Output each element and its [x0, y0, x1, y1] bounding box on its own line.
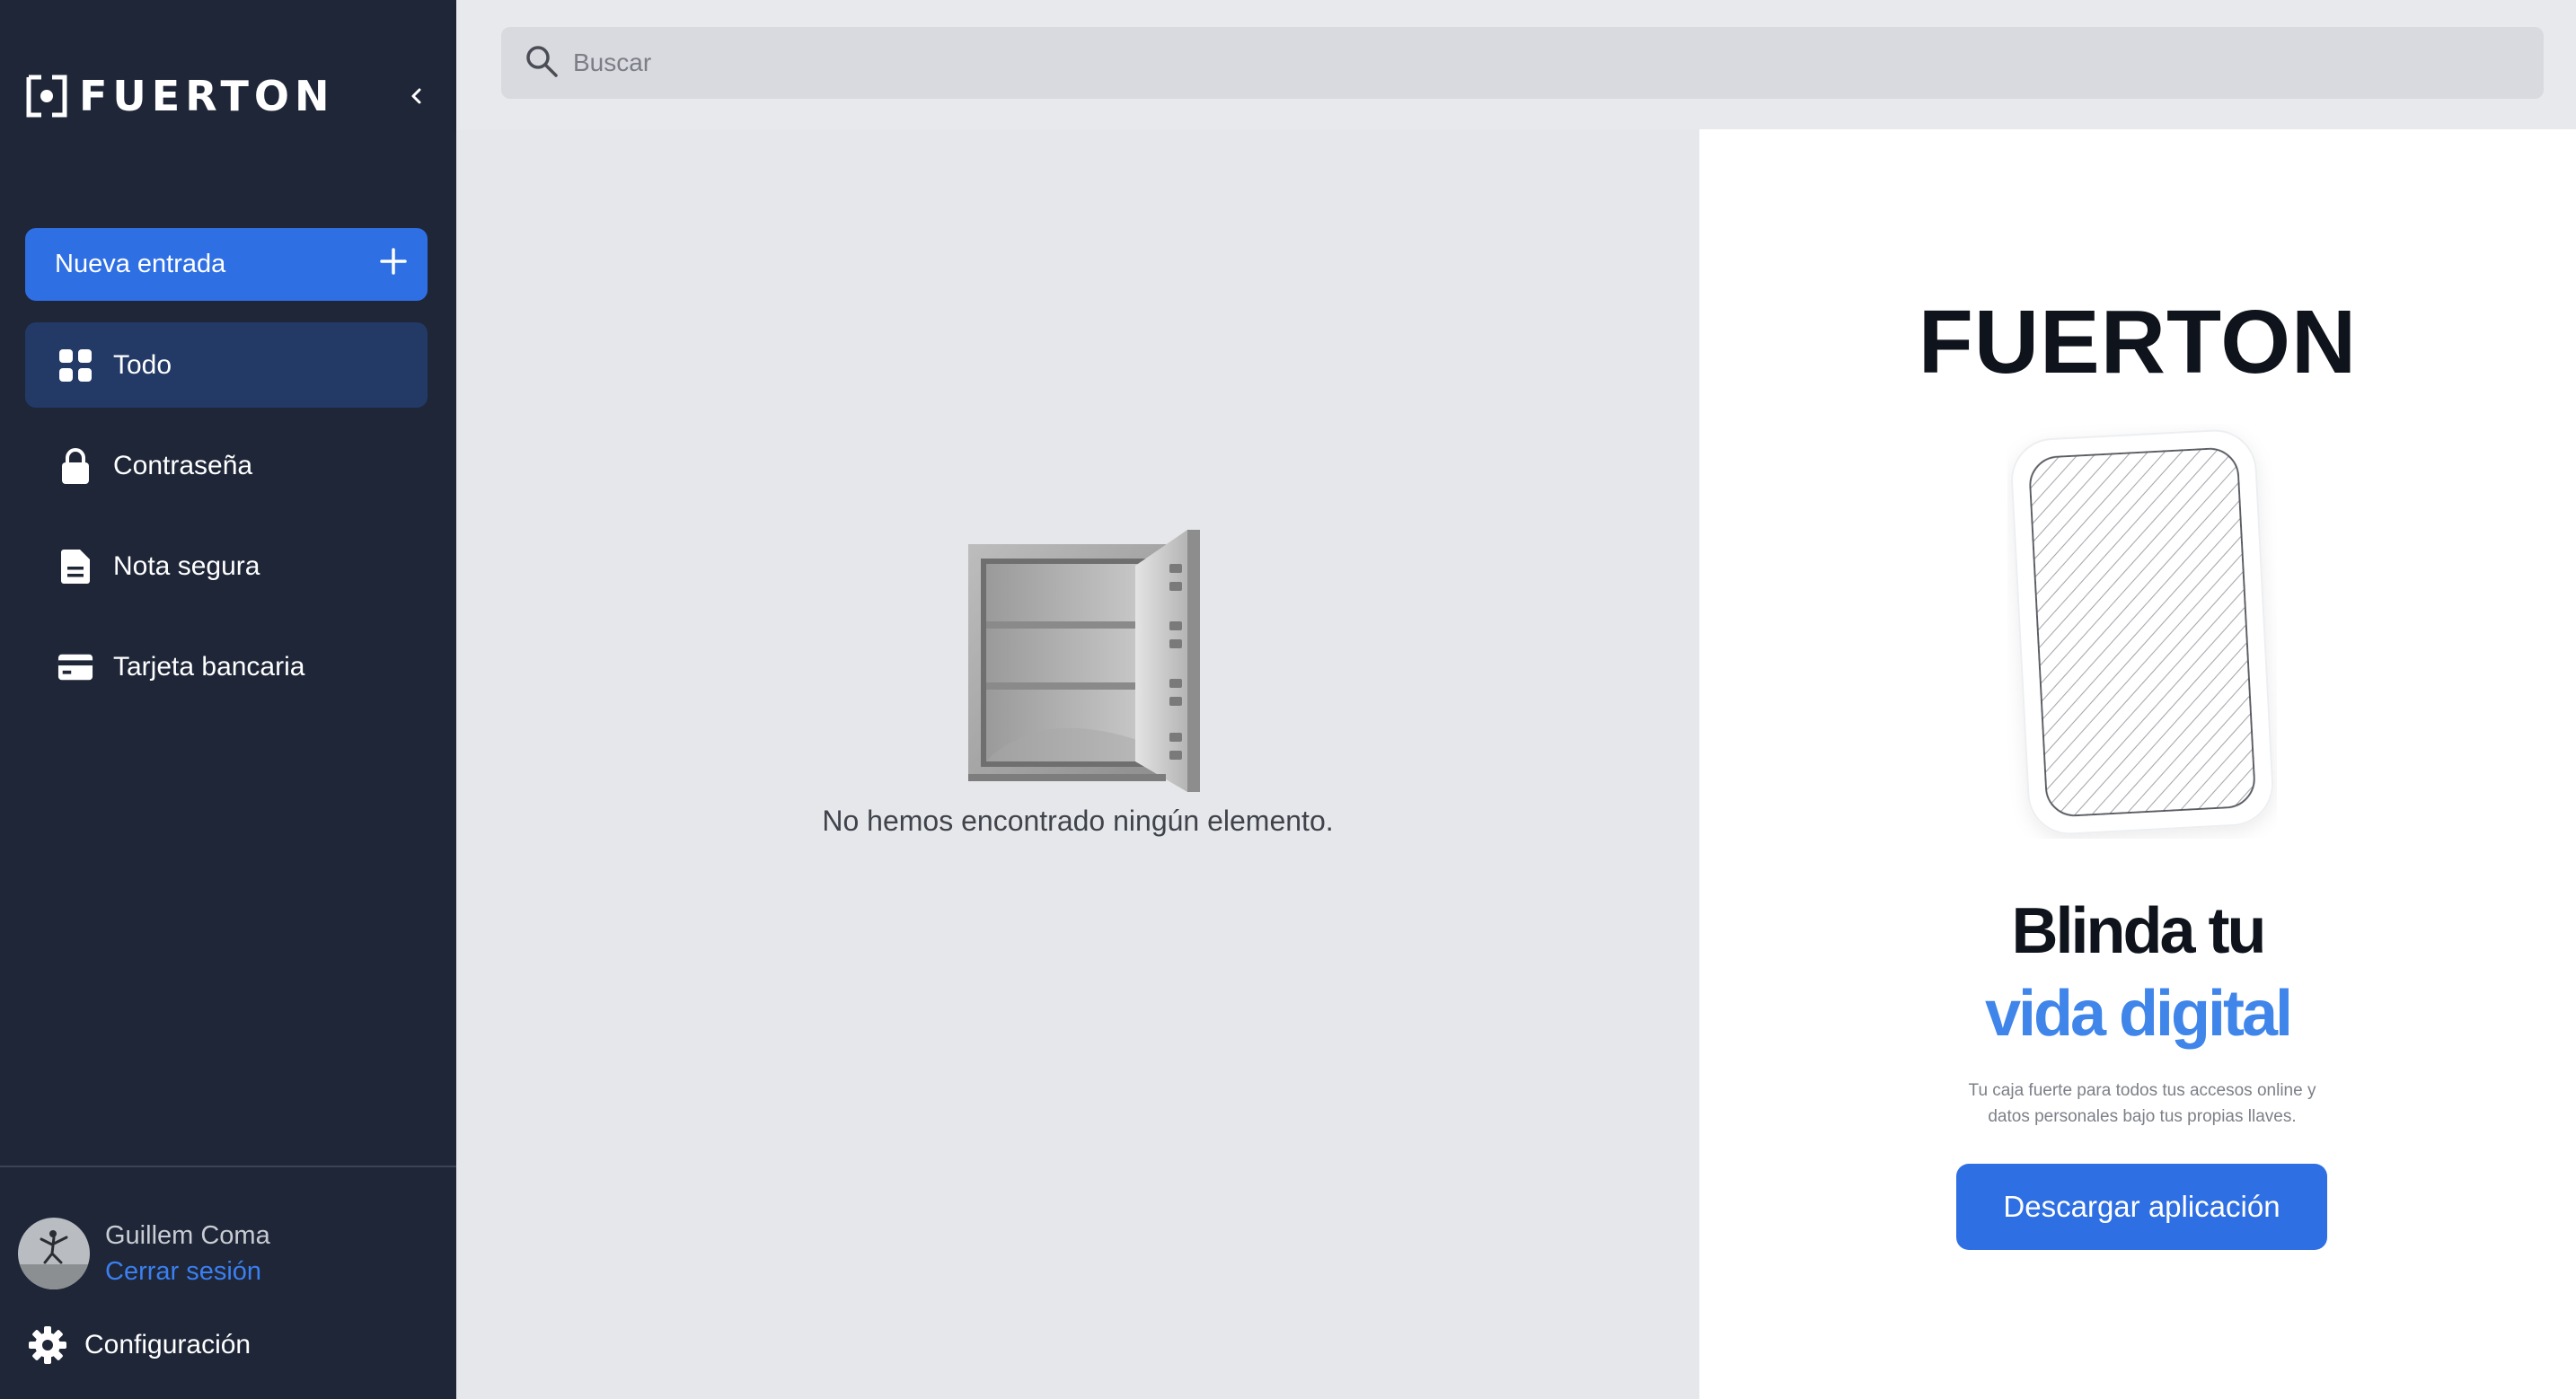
promo-subtitle-line1: Tu caja fuerte para todos tus accesos on…	[1968, 1081, 2316, 1100]
sidebar-item-label: Nota segura	[113, 550, 260, 581]
logout-link[interactable]: Cerrar sesión	[105, 1254, 270, 1289]
settings-button[interactable]: Configuración	[27, 1324, 251, 1366]
promo-subtitle: Tu caja fuerte para todos tus accesos on…	[1958, 1078, 2326, 1130]
avatar[interactable]	[18, 1218, 90, 1289]
sidebar-item-tarjeta-bancaria[interactable]: Tarjeta bancaria	[25, 624, 428, 709]
sidebar-item-label: Tarjeta bancaria	[113, 651, 305, 682]
sidebar-item-label: Contraseña	[113, 450, 253, 480]
sidebar-item-contrasena[interactable]: Contraseña	[25, 423, 428, 508]
search-input[interactable]	[571, 48, 2457, 78]
grid-icon	[57, 348, 93, 383]
logo-wordmark: FUERTON	[79, 72, 335, 120]
promo-headline-line2: vida digital	[1984, 978, 2293, 1050]
empty-state-message: No hemos encontrado ningún elemento.	[822, 805, 1334, 837]
user-profile: Guillem Coma Cerrar sesión	[18, 1218, 270, 1289]
phone-illustration	[2007, 424, 2277, 839]
lock-icon	[57, 447, 93, 484]
new-entry-button[interactable]: Nueva entrada	[25, 228, 428, 301]
promo-headline-line1: Blinda tu	[2011, 895, 2267, 967]
sidebar-item-label: Todo	[113, 349, 172, 380]
top-bar	[456, 0, 2576, 129]
plus-icon	[379, 247, 408, 283]
search-icon	[525, 44, 559, 83]
open-safe-illustration	[957, 530, 1205, 792]
user-name: Guillem Coma	[105, 1221, 270, 1250]
search-bar[interactable]	[501, 27, 2544, 99]
new-entry-label: Nueva entrada	[55, 250, 226, 278]
sidebar-item-nota-segura[interactable]: Nota segura	[25, 524, 428, 609]
sidebar-divider	[0, 1166, 456, 1167]
gear-icon	[27, 1324, 68, 1366]
download-app-button[interactable]: Descargar aplicación	[1956, 1164, 2327, 1250]
settings-label: Configuración	[84, 1330, 251, 1359]
logo-mark-icon	[25, 74, 68, 119]
document-icon	[57, 549, 93, 585]
promo-brand-title: FUERTON	[1918, 292, 2358, 392]
app-logo[interactable]: FUERTON	[25, 74, 335, 119]
chevron-left-icon	[409, 87, 423, 110]
sidebar: FUERTON Nueva entrada Todo Contraseña No…	[0, 0, 456, 1399]
promo-panel: FUERTON Blinda tu vida digital Tu caja f…	[1699, 129, 2576, 1399]
credit-card-icon	[57, 649, 93, 685]
entries-panel: No hemos encontrado ningún elemento.	[456, 129, 1699, 1399]
sidebar-item-todo[interactable]: Todo	[25, 322, 428, 408]
collapse-sidebar-button[interactable]	[402, 84, 429, 111]
promo-subtitle-line2: datos personales bajo tus propias llaves…	[1988, 1107, 2297, 1126]
